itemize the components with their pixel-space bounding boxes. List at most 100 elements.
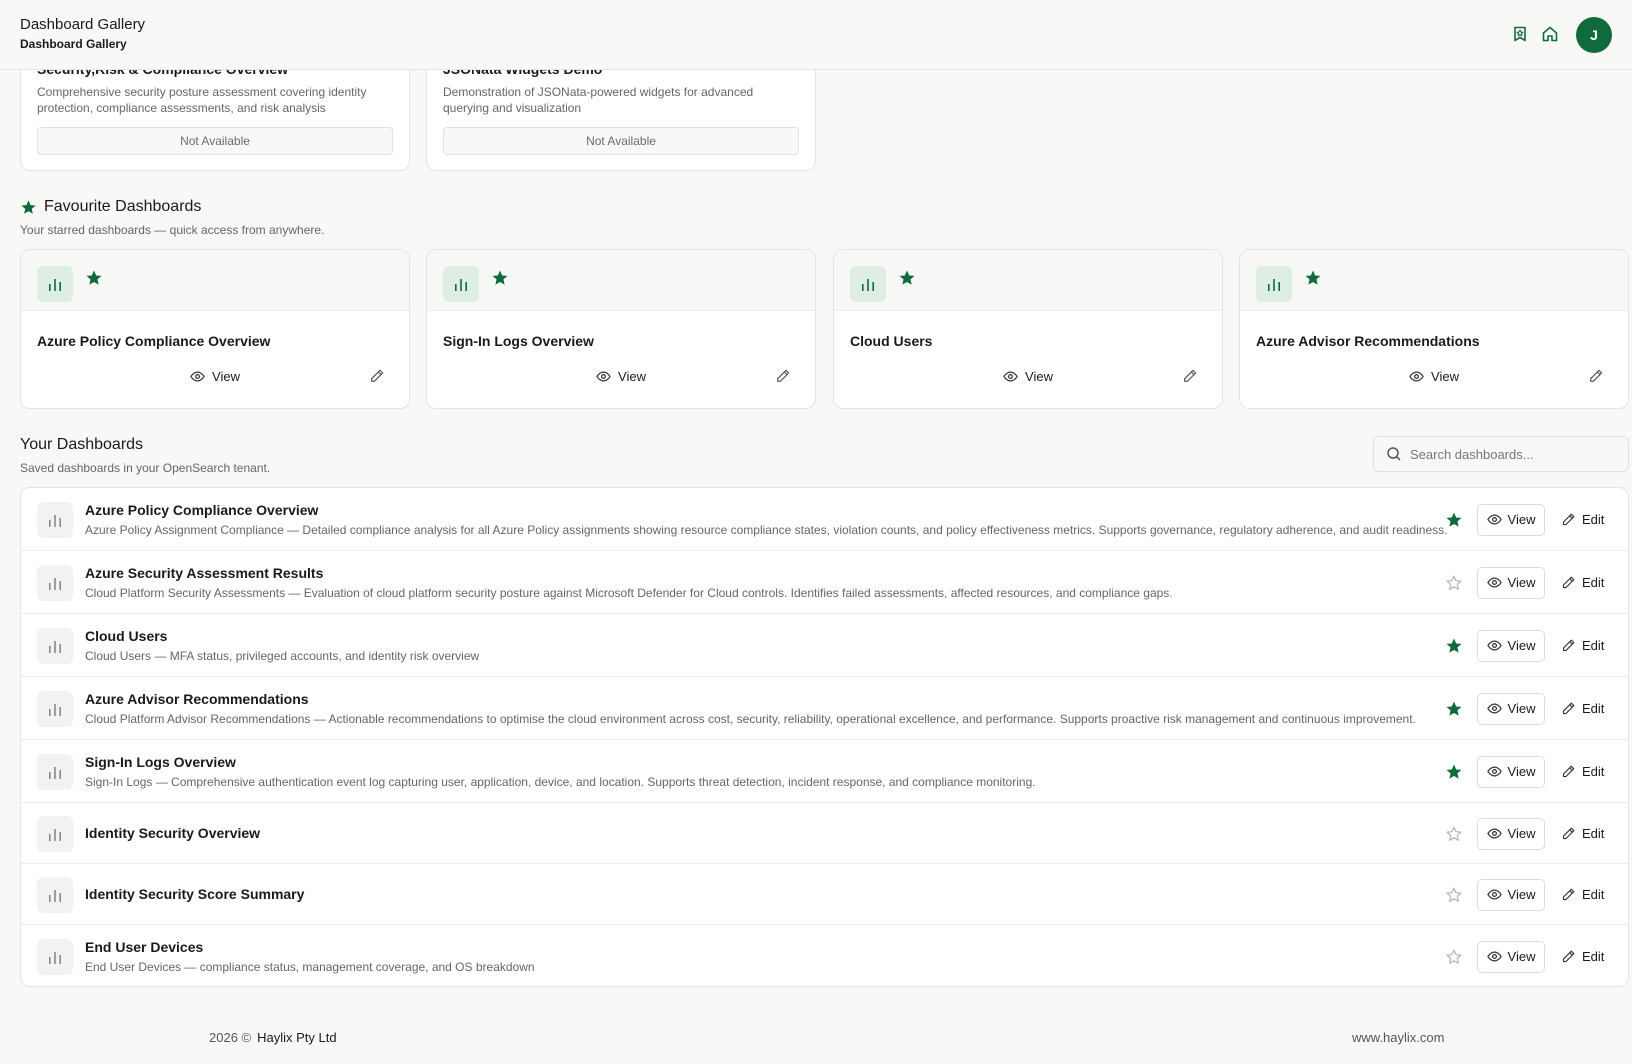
star-filled-icon[interactable] — [85, 269, 103, 287]
dashboard-description: Cloud Platform Security Assessments — Ev… — [85, 586, 1173, 600]
bookmark-star-icon[interactable] — [1511, 25, 1529, 43]
chart-icon-badge — [37, 938, 73, 975]
star-filled-icon[interactable] — [1445, 637, 1463, 655]
edit-button[interactable] — [369, 368, 385, 384]
eye-icon — [1486, 577, 1502, 588]
view-button[interactable]: View — [427, 367, 815, 385]
edit-button[interactable] — [1588, 368, 1604, 384]
view-button[interactable]: View — [1477, 629, 1545, 662]
card-title: Cloud Users — [850, 333, 933, 349]
view-button[interactable]: View — [1477, 503, 1545, 536]
star-outline-icon[interactable] — [1445, 825, 1463, 843]
star-filled-icon[interactable] — [1445, 700, 1463, 718]
view-button[interactable]: View — [1477, 692, 1545, 725]
home-icon[interactable] — [1541, 25, 1559, 43]
dashboard-row[interactable]: Identity Security Score Summary View Edi… — [21, 864, 1628, 925]
chart-icon-badge — [37, 690, 73, 727]
star-filled-icon[interactable] — [898, 269, 916, 287]
eye-icon — [1486, 828, 1502, 839]
pencil-icon — [1562, 702, 1575, 715]
edit-label: Edit — [1582, 764, 1605, 779]
view-label: View — [1507, 887, 1536, 902]
app-title: Dashboard Gallery — [20, 16, 146, 33]
card-header — [834, 250, 1222, 311]
view-label: View — [1507, 638, 1536, 653]
favourite-card[interactable]: Sign-In Logs Overview View — [426, 249, 816, 409]
view-button[interactable]: View — [1240, 367, 1628, 385]
edit-button[interactable]: Edit — [1561, 818, 1611, 850]
star-outline-icon[interactable] — [1445, 886, 1463, 904]
eye-icon — [1486, 766, 1502, 777]
chart-icon-badge — [37, 501, 73, 538]
bar-chart-icon — [49, 951, 61, 964]
star-filled-icon[interactable] — [1304, 269, 1322, 287]
dashboard-title[interactable]: End User Devices — [85, 939, 203, 955]
edit-button[interactable]: Edit — [1561, 504, 1611, 536]
dashboard-row[interactable]: Azure Policy Compliance Overview Azure P… — [21, 488, 1628, 551]
card-header — [1240, 250, 1628, 311]
view-button[interactable]: View — [1477, 755, 1545, 788]
edit-button[interactable] — [775, 368, 791, 384]
search-input[interactable] — [1410, 437, 1620, 471]
eye-icon — [1486, 703, 1502, 714]
star-filled-icon[interactable] — [491, 269, 509, 287]
user-avatar[interactable]: J — [1576, 17, 1612, 53]
star-outline-icon[interactable] — [1445, 948, 1463, 966]
search-box — [1373, 436, 1629, 472]
footer-website[interactable]: www.haylix.com — [1352, 1030, 1444, 1045]
star-filled-icon — [21, 200, 36, 214]
pencil-icon — [1562, 513, 1575, 526]
edit-button[interactable]: Edit — [1561, 630, 1611, 662]
dashboard-title[interactable]: Azure Security Assessment Results — [85, 565, 323, 581]
dashboard-row[interactable]: End User Devices End User Devices — comp… — [21, 925, 1628, 986]
chart-icon-badge — [850, 266, 886, 302]
view-button[interactable]: View — [1477, 817, 1545, 850]
dashboard-title[interactable]: Cloud Users — [85, 628, 167, 644]
breadcrumb[interactable]: Dashboard Gallery — [20, 37, 127, 51]
dashboard-description: Cloud Platform Advisor Recommendations —… — [85, 712, 1416, 726]
star-filled-icon[interactable] — [1445, 763, 1463, 781]
view-button[interactable]: View — [1477, 940, 1545, 973]
pencil-icon — [1590, 369, 1603, 382]
dashboard-title[interactable]: Azure Advisor Recommendations — [85, 691, 309, 707]
bar-chart-icon — [49, 703, 61, 716]
dashboard-row[interactable]: Identity Security Overview View Edit — [21, 803, 1628, 864]
pencil-icon — [1562, 827, 1575, 840]
view-button[interactable]: View — [21, 367, 409, 385]
edit-button[interactable]: Edit — [1561, 693, 1611, 725]
dashboard-title[interactable]: Identity Security Score Summary — [85, 886, 304, 902]
not-available-button: Not Available — [443, 127, 799, 155]
dashboard-title[interactable]: Sign-In Logs Overview — [85, 754, 236, 770]
bar-chart-icon — [49, 889, 61, 902]
bar-chart-icon — [49, 514, 61, 527]
star-outline-icon[interactable] — [1445, 574, 1463, 592]
your-dashboards-subtitle: Saved dashboards in your OpenSearch tena… — [20, 461, 271, 475]
dashboard-title[interactable]: Azure Policy Compliance Overview — [85, 502, 318, 518]
view-button[interactable]: View — [1477, 566, 1545, 599]
edit-label: Edit — [1582, 887, 1605, 902]
favourite-card[interactable]: Azure Policy Compliance Overview View — [20, 249, 410, 409]
edit-button[interactable]: Edit — [1561, 879, 1611, 911]
dashboard-row[interactable]: Azure Advisor Recommendations Cloud Plat… — [21, 677, 1628, 740]
bar-chart-icon — [455, 279, 467, 291]
dashboard-row[interactable]: Sign-In Logs Overview Sign-In Logs — Com… — [21, 740, 1628, 803]
favourite-card[interactable]: Cloud Users View — [833, 249, 1223, 409]
edit-button[interactable]: Edit — [1561, 567, 1611, 599]
pencil-icon — [777, 369, 790, 382]
edit-button[interactable] — [1182, 368, 1198, 384]
view-button[interactable]: View — [1477, 878, 1545, 911]
dashboard-title[interactable]: Identity Security Overview — [85, 825, 260, 841]
edit-label: Edit — [1582, 826, 1605, 841]
star-filled-icon[interactable] — [1445, 511, 1463, 529]
dashboard-row[interactable]: Azure Security Assessment Results Cloud … — [21, 551, 1628, 614]
bar-chart-icon — [49, 828, 61, 841]
edit-button[interactable]: Edit — [1561, 941, 1611, 973]
card-title: Azure Policy Compliance Overview — [37, 333, 271, 349]
eye-icon — [1003, 370, 1018, 382]
view-label: View — [212, 368, 240, 384]
pencil-icon — [371, 369, 384, 382]
dashboard-row[interactable]: Cloud Users Cloud Users — MFA status, pr… — [21, 614, 1628, 677]
favourite-card[interactable]: Azure Advisor Recommendations View — [1239, 249, 1629, 409]
edit-button[interactable]: Edit — [1561, 756, 1611, 788]
view-button[interactable]: View — [834, 367, 1222, 385]
